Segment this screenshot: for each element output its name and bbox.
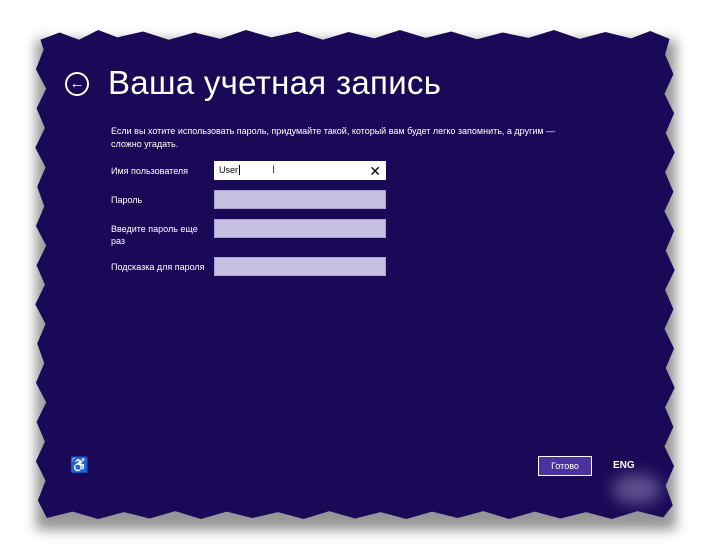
username-value: User — [219, 165, 241, 175]
password-hint-field[interactable] — [214, 257, 386, 276]
back-arrow-icon[interactable]: ← — [65, 72, 89, 96]
username-field[interactable]: User ✕ — [214, 161, 386, 180]
ease-of-access-icon[interactable]: ♿ — [70, 456, 89, 474]
password-hint-label: Подсказка для пароля — [111, 262, 205, 272]
clear-icon[interactable]: ✕ — [369, 163, 381, 179]
language-indicator[interactable]: ENG — [613, 460, 635, 471]
blur-smudge — [612, 474, 662, 504]
password-field[interactable] — [214, 190, 386, 209]
text-cursor-icon: I — [272, 164, 276, 176]
form-description: Если вы хотите использовать пароль, прид… — [111, 126, 556, 149]
page-title: Ваша учетная запись — [108, 64, 442, 101]
confirm-password-label: Введите пароль еще раз — [111, 224, 198, 246]
password-label: Пароль — [111, 195, 143, 205]
confirm-password-field[interactable] — [214, 219, 386, 238]
username-label: Имя пользователя — [111, 166, 189, 176]
done-button[interactable]: Готово — [538, 456, 592, 476]
